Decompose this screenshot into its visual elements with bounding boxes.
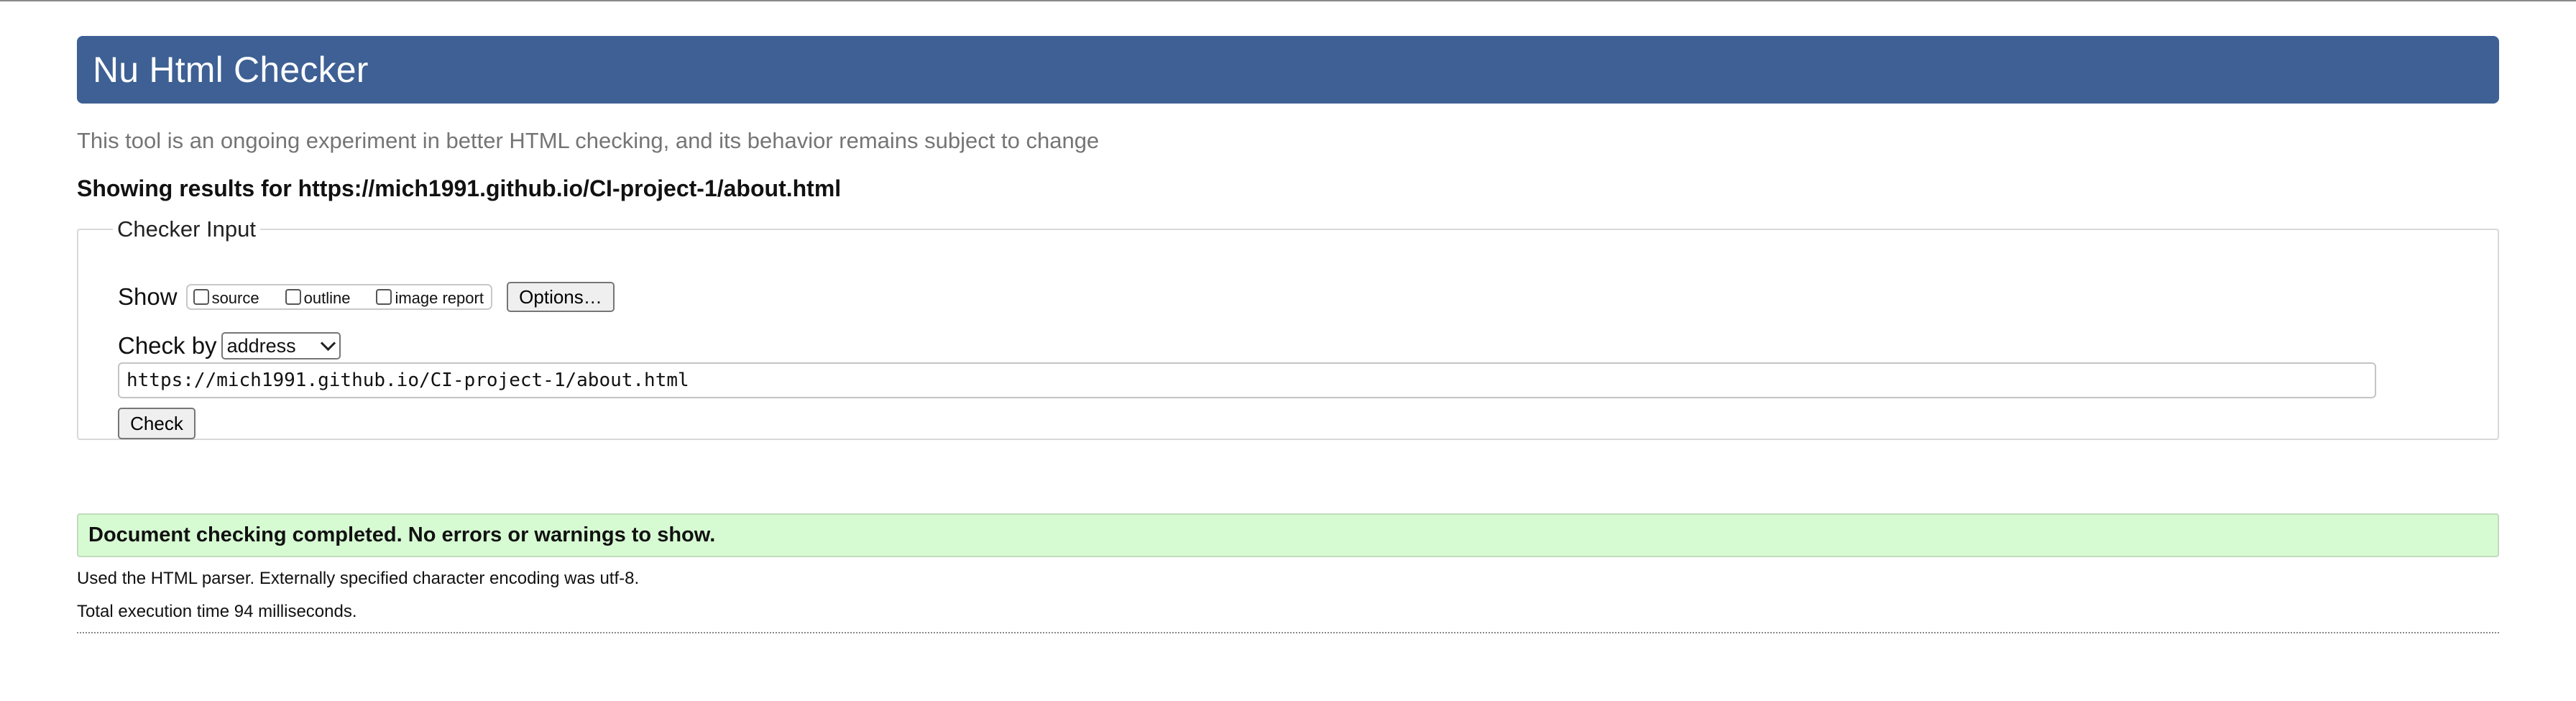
dotted-divider (77, 632, 2499, 633)
showing-results-heading: Showing results for https://mich1991.git… (77, 175, 842, 201)
tagline: This tool is an ongoing experiment in be… (77, 128, 1100, 153)
outline-checkbox[interactable] (285, 289, 301, 305)
show-options-group: source outline image report (185, 284, 492, 310)
show-source-option[interactable]: source (193, 286, 259, 308)
app-title[interactable]: Nu Html Checker (93, 49, 369, 91)
success-message: Document checking completed. No errors o… (77, 513, 2499, 557)
show-image-report-option[interactable]: image report (376, 286, 484, 308)
show-outline-option[interactable]: outline (285, 286, 351, 308)
show-label: Show (118, 283, 178, 310)
source-checkbox[interactable] (193, 289, 209, 305)
image-report-checkbox-label[interactable]: image report (395, 289, 484, 308)
check-by-select[interactable]: address (221, 332, 341, 359)
check-by-label: Check by (118, 332, 217, 359)
check-by-row: Check by address (118, 332, 341, 359)
image-report-checkbox[interactable] (376, 289, 392, 305)
chevron-down-icon[interactable] (320, 335, 336, 351)
parser-note: Used the HTML parser. Externally specifi… (77, 569, 640, 588)
header-banner: Nu Html Checker (77, 36, 2499, 104)
url-input[interactable]: https://mich1991.github.io/CI-project-1/… (118, 362, 2376, 398)
options-button[interactable]: Options… (506, 282, 615, 312)
show-row: Show source outline image report Options… (118, 282, 615, 312)
page: Nu Html Checker This tool is an ongoing … (77, 36, 2499, 633)
outline-checkbox-label[interactable]: outline (304, 289, 351, 308)
top-divider (0, 0, 2576, 1)
source-checkbox-label[interactable]: source (212, 289, 259, 308)
checker-input-legend: Checker Input (117, 216, 256, 242)
check-button[interactable]: Check (118, 408, 196, 439)
checker-input-fieldset: Checker Input Show source outline image … (77, 216, 2499, 440)
timing-note: Total execution time 94 milliseconds. (77, 602, 357, 621)
check-by-selected-value[interactable]: address (227, 335, 296, 357)
